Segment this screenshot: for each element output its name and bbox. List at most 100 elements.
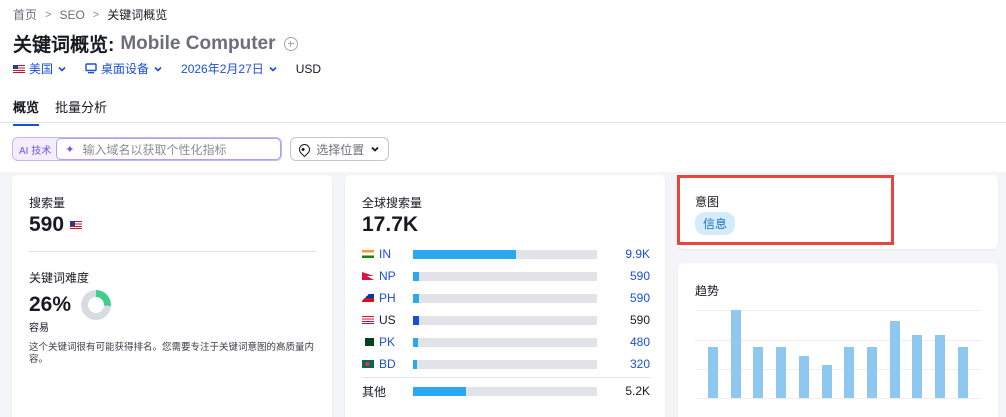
trend-bar — [935, 334, 945, 398]
global-volume-value: 17.7K — [362, 213, 419, 236]
desktop-icon — [85, 63, 97, 74]
ai-domain-box: AI 技术 ✦ 输入域名以获取个性化指标 — [12, 137, 283, 161]
trend-bar — [912, 334, 923, 398]
kd-value: 26% — [29, 293, 72, 316]
page-header: 首页 > SEO > 关键词概览 关键词概览: Mobile Computer … — [0, 0, 1006, 172]
country-value[interactable]: 320 — [630, 357, 650, 371]
chevron-down-icon — [371, 146, 379, 152]
trend-bar — [866, 346, 877, 398]
date-label: 2026年2月27日 — [181, 62, 264, 76]
volume-kd-card: 搜索量 590 关键词难度 26% 容易 这个关键词很有可能获得排名。您需要专注… — [12, 175, 332, 417]
date-selector[interactable]: 2026年2月27日 — [181, 60, 278, 77]
page-title: 关键词概览: Mobile Computer — [13, 30, 298, 57]
country-bar-track — [413, 337, 597, 347]
page-title-prefix: 关键词概览: — [13, 35, 115, 56]
filter-bar: 美国 桌面设备 2026年2月27日 USD — [13, 60, 339, 77]
chevron-down-icon — [58, 66, 66, 72]
tabs-divider — [0, 122, 1006, 123]
country-bar-track — [413, 293, 597, 303]
country-bar-fill — [413, 293, 420, 303]
country-code[interactable]: PK — [379, 335, 413, 349]
country-divider — [362, 377, 650, 378]
volume-value-row: 590 — [29, 213, 83, 237]
location-label: 选择位置 — [316, 142, 365, 157]
country-code[interactable]: NP — [379, 269, 413, 283]
usa-flag-icon — [13, 64, 25, 73]
breadcrumb: 首页 > SEO > 关键词概览 — [13, 6, 167, 23]
country-code: US — [379, 313, 396, 327]
other-value: 5.2K — [625, 384, 650, 398]
country-bar-fill — [413, 271, 420, 281]
trend-bar — [798, 355, 809, 398]
ai-badge: AI 技术 — [19, 145, 52, 157]
device-selector[interactable]: 桌面设备 — [85, 60, 163, 77]
country-label: 美国 — [29, 62, 54, 76]
country-row: PK 480 — [362, 335, 650, 349]
sparkle-icon: ✦ — [65, 143, 75, 156]
country-code[interactable]: IN — [379, 247, 413, 261]
country-value[interactable]: 9.9K — [625, 247, 650, 261]
trend-bar — [889, 320, 900, 398]
nepal-flag-icon — [362, 272, 374, 280]
location-selector[interactable]: 选择位置 — [290, 137, 390, 161]
country-row: BD 320 — [362, 357, 650, 371]
breadcrumb-seo[interactable]: SEO — [59, 8, 84, 22]
device-label: 桌面设备 — [101, 62, 150, 76]
ai-toolbar: AI 技术 ✦ 输入域名以获取个性化指标 选择位置 — [12, 137, 390, 161]
trend-bar — [844, 346, 855, 398]
usa-flag-icon — [70, 221, 83, 229]
page-title-keyword: Mobile Computer — [120, 32, 276, 54]
domain-input-placeholder: 输入域名以获取个性化指标 — [82, 142, 227, 157]
card-divider — [29, 251, 317, 252]
india-flag-icon — [362, 250, 374, 258]
country-code[interactable]: BD — [379, 357, 413, 371]
country-value[interactable]: 590 — [630, 291, 650, 305]
volume-title: 搜索量 — [29, 196, 66, 210]
usa-flag-icon — [362, 316, 374, 324]
breadcrumb-home[interactable]: 首页 — [13, 6, 37, 23]
country-bar-track — [413, 315, 597, 325]
other-bar-fill — [413, 386, 467, 396]
country-value[interactable]: 480 — [630, 335, 650, 349]
intent-badge[interactable]: 信息 — [695, 212, 736, 235]
breadcrumb-current: 关键词概览 — [107, 8, 168, 22]
trend-bar — [776, 346, 787, 398]
breadcrumb-separator: > — [45, 8, 52, 21]
kd-description: 这个关键词很有可能获得排名。您需要专注于关键词意图的高质量内容。 — [29, 342, 315, 365]
trend-bar — [821, 364, 832, 398]
other-bar-track — [413, 386, 597, 396]
breadcrumb-separator: > — [92, 8, 100, 21]
trend-bar — [708, 346, 718, 398]
country-value[interactable]: 590 — [630, 269, 650, 283]
country-bar-fill — [413, 337, 418, 347]
pakistan-flag-icon — [362, 338, 374, 346]
trend-gridline — [695, 398, 981, 399]
country-bar-track — [413, 249, 597, 259]
country-row: NP 590 — [362, 269, 650, 283]
kd-level: 容易 — [29, 323, 49, 334]
kd-donut-chart — [81, 290, 112, 320]
global-volume-title: 全球搜索量 — [362, 196, 423, 210]
country-bar-track — [413, 271, 597, 281]
country-bar-fill — [413, 315, 420, 325]
country-value: 590 — [629, 313, 650, 327]
domain-input[interactable]: ✦ 输入域名以获取个性化指标 — [56, 138, 282, 160]
volume-value: 590 — [29, 213, 65, 236]
intent-card: 意图 信息 — [678, 175, 998, 249]
country-row: PH 590 — [362, 291, 650, 305]
other-label: 其他 — [362, 384, 387, 399]
country-bar-fill — [413, 249, 517, 259]
philippines-flag-icon — [362, 294, 374, 302]
kd-title: 关键词难度 — [29, 271, 90, 285]
trend-bar — [957, 346, 968, 398]
add-circle-icon[interactable] — [283, 36, 298, 51]
trend-bar — [753, 346, 764, 398]
trend-card: 趋势 — [678, 263, 998, 417]
country-code[interactable]: PH — [379, 291, 413, 305]
global-volume-card: 全球搜索量 17.7K IN 9.9K NP 590 PH 590 US 590 PK 480 BD… — [345, 175, 665, 417]
chevron-down-icon — [154, 66, 162, 72]
country-selector[interactable]: 美国 — [13, 60, 67, 77]
trend-bar — [730, 310, 741, 398]
bangladesh-flag-icon — [362, 360, 374, 368]
other-countries-row: 其他 5.2K — [362, 384, 650, 399]
